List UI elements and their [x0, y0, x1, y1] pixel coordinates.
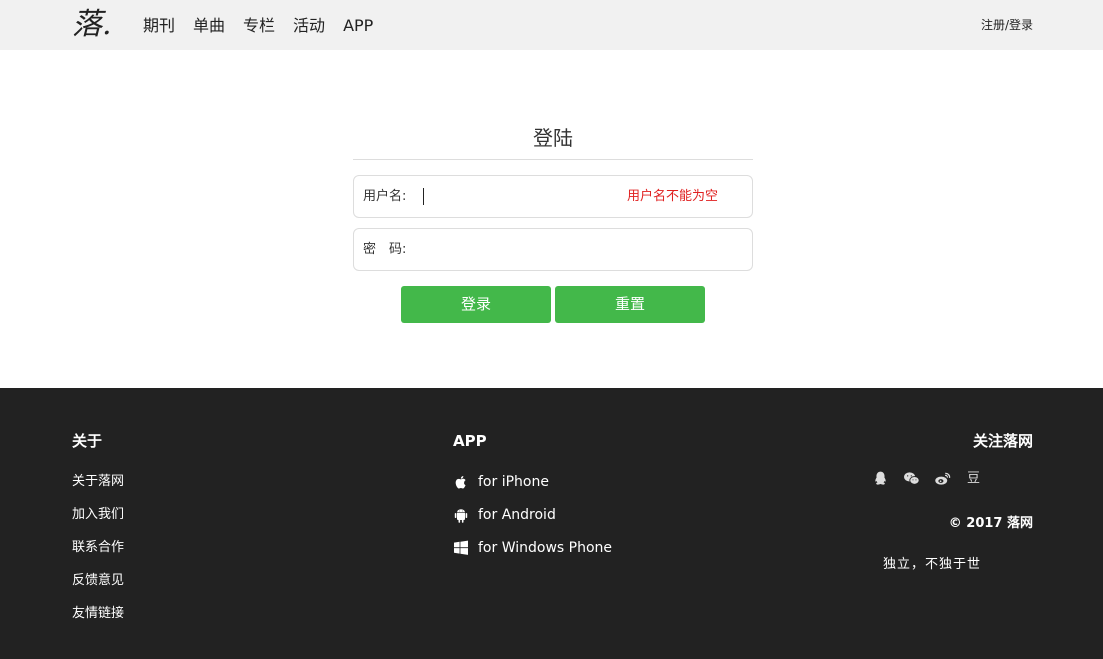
weibo-icon[interactable] [934, 470, 951, 487]
nav-item-columns[interactable]: 专栏 [243, 16, 275, 36]
text-cursor [423, 188, 424, 205]
nav-item-singles[interactable]: 单曲 [193, 16, 225, 36]
app-links: for iPhone for Android for Windows Phone [453, 472, 612, 571]
login-title: 登陆 [533, 126, 573, 150]
qq-icon[interactable] [872, 470, 889, 487]
login-button[interactable]: 登录 [401, 286, 551, 323]
register-login-link[interactable]: 注册/登录 [981, 17, 1033, 33]
site-logo[interactable]: 落. [72, 8, 112, 42]
about-link-about[interactable]: 关于落网 [72, 474, 124, 490]
about-link-feedback[interactable]: 反馈意见 [72, 573, 124, 589]
apple-icon [455, 476, 466, 489]
app-link-android[interactable]: for Android [453, 505, 612, 525]
app-link-windows-phone[interactable]: for Windows Phone [453, 538, 612, 558]
about-link-join[interactable]: 加入我们 [72, 507, 124, 523]
app-title: APP [453, 432, 487, 450]
top-header: 落. 期刊 单曲 专栏 活动 APP 注册/登录 [0, 0, 1103, 50]
username-error-message: 用户名不能为空 [627, 189, 719, 204]
login-divider [353, 159, 753, 160]
site-footer: 关于 关于落网 加入我们 联系合作 反馈意见 友情链接 APP for iPho… [0, 388, 1103, 659]
app-link-windows-label: for Windows Phone [478, 540, 613, 556]
slogan-text: 独立，不独于世 [883, 557, 982, 572]
username-input[interactable] [420, 184, 620, 210]
about-title: 关于 [72, 432, 103, 450]
about-link-contact[interactable]: 联系合作 [72, 540, 124, 556]
about-links: 关于落网 加入我们 联系合作 反馈意见 友情链接 [72, 474, 124, 639]
app-link-iphone-label: for iPhone [478, 474, 549, 490]
password-field[interactable]: 密 码: [353, 228, 753, 271]
nav-item-events[interactable]: 活动 [293, 16, 325, 36]
main-nav: 期刊 单曲 专栏 活动 APP [143, 16, 373, 36]
username-label: 用户名: [363, 189, 407, 204]
username-field[interactable]: 用户名: 用户名不能为空 [353, 175, 753, 218]
app-link-iphone[interactable]: for iPhone [453, 472, 612, 492]
password-input[interactable] [420, 237, 620, 263]
nav-item-app[interactable]: APP [343, 16, 373, 36]
follow-title: 关注落网 [972, 432, 1033, 450]
social-links: 豆 [872, 470, 982, 487]
reset-button[interactable]: 重置 [555, 286, 705, 323]
copyright-text: © 2017 落网 [948, 516, 1033, 531]
about-link-friends[interactable]: 友情链接 [72, 606, 124, 622]
wechat-icon[interactable] [903, 470, 920, 487]
windows-icon [454, 540, 468, 555]
nav-item-journal[interactable]: 期刊 [143, 16, 175, 36]
android-icon [454, 509, 468, 523]
app-link-android-label: for Android [478, 507, 556, 523]
password-label: 密 码: [363, 242, 407, 257]
douban-icon[interactable]: 豆 [965, 470, 982, 487]
